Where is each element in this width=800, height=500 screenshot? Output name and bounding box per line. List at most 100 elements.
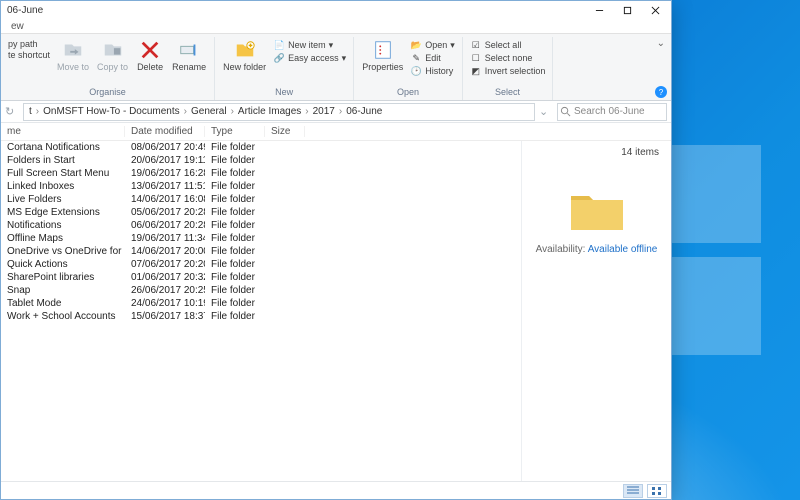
- rename-button[interactable]: Rename: [170, 39, 208, 72]
- copy-path: py path: [7, 39, 51, 49]
- refresh-icon[interactable]: ↻: [5, 105, 19, 118]
- search-icon: [560, 106, 571, 120]
- file-list[interactable]: Cortana Notifications08/06/2017 20:49Fil…: [1, 141, 521, 481]
- new-item-icon: 📄: [273, 39, 285, 51]
- group-open: Open: [397, 86, 419, 99]
- item-type: File folder: [205, 285, 265, 296]
- availability-value: Available offline: [588, 244, 658, 255]
- help-icon[interactable]: ?: [655, 86, 667, 98]
- table-row[interactable]: Linked Inboxes13/06/2017 11:51File folde…: [1, 180, 521, 193]
- breadcrumb[interactable]: t›OnMSFT How-To - Documents›General›Arti…: [23, 103, 535, 121]
- easy-access-icon: 🔗: [273, 52, 285, 64]
- table-row[interactable]: Offline Maps19/06/2017 11:34File folder: [1, 232, 521, 245]
- crumb[interactable]: 06-June: [345, 106, 383, 117]
- item-count: 14 items: [621, 147, 671, 158]
- table-row[interactable]: Quick Actions07/06/2017 20:20File folder: [1, 258, 521, 271]
- edit-item[interactable]: ✎Edit: [409, 52, 456, 64]
- item-type: File folder: [205, 168, 265, 179]
- item-type: File folder: [205, 155, 265, 166]
- chevron-right-icon: ›: [228, 106, 237, 117]
- invert-icon: ◩: [470, 65, 482, 77]
- invert-selection[interactable]: ◩Invert selection: [469, 65, 547, 77]
- item-type: File folder: [205, 142, 265, 153]
- item-date: 15/06/2017 18:37: [125, 311, 205, 322]
- table-row[interactable]: Work + School Accounts15/06/2017 18:37Fi…: [1, 310, 521, 323]
- folder-icon: [569, 188, 625, 234]
- edit-icon: ✎: [410, 52, 422, 64]
- chevron-right-icon: ›: [181, 106, 190, 117]
- item-date: 14/06/2017 20:00: [125, 246, 205, 257]
- item-date: 26/06/2017 20:25: [125, 285, 205, 296]
- group-new: New: [275, 86, 293, 99]
- item-type: File folder: [205, 207, 265, 218]
- chevron-right-icon: ›: [302, 106, 311, 117]
- crumb[interactable]: OnMSFT How-To - Documents: [42, 106, 181, 117]
- item-type: File folder: [205, 181, 265, 192]
- maximize-button[interactable]: [613, 2, 641, 18]
- table-row[interactable]: Live Folders14/06/2017 16:08File folder: [1, 193, 521, 206]
- col-size[interactable]: Size: [265, 126, 305, 137]
- item-name: Live Folders: [1, 194, 125, 205]
- search-input[interactable]: Search 06-June: [557, 103, 667, 121]
- table-row[interactable]: SharePoint libraries01/06/2017 20:32File…: [1, 271, 521, 284]
- explorer-window: 06-June ew ⌄ ? py path te shortcut Move …: [0, 0, 672, 500]
- table-row[interactable]: Tablet Mode24/06/2017 10:19File folder: [1, 297, 521, 310]
- crumb[interactable]: 2017: [312, 106, 336, 117]
- properties-button[interactable]: Properties: [360, 39, 405, 72]
- item-type: File folder: [205, 233, 265, 244]
- item-type: File folder: [205, 220, 265, 231]
- table-row[interactable]: Full Screen Start Menu19/06/2017 16:28Fi…: [1, 167, 521, 180]
- new-item[interactable]: 📄New item ▾: [272, 39, 347, 51]
- item-name: Full Screen Start Menu: [1, 168, 125, 179]
- title-bar[interactable]: 06-June: [1, 1, 671, 19]
- dropdown-icon[interactable]: ⌄: [539, 105, 553, 118]
- item-date: 14/06/2017 16:08: [125, 194, 205, 205]
- new-folder-icon: [234, 39, 256, 61]
- item-type: File folder: [205, 259, 265, 270]
- item-name: Cortana Notifications: [1, 142, 125, 153]
- history-item[interactable]: 🕑History: [409, 65, 456, 77]
- crumb[interactable]: Article Images: [237, 106, 302, 117]
- column-headers[interactable]: me Date modified Type Size: [1, 123, 671, 141]
- table-row[interactable]: OneDrive vs OneDrive for Business14/06/2…: [1, 245, 521, 258]
- delete-icon: [139, 39, 161, 61]
- chevron-right-icon: ›: [336, 106, 345, 117]
- col-name[interactable]: me: [1, 126, 125, 137]
- new-folder-button[interactable]: New folder: [221, 39, 268, 72]
- item-type: File folder: [205, 194, 265, 205]
- copy-to-button[interactable]: Copy to: [95, 39, 130, 72]
- item-name: Offline Maps: [1, 233, 125, 244]
- table-row[interactable]: Notifications06/06/2017 20:28File folder: [1, 219, 521, 232]
- item-date: 24/06/2017 10:19: [125, 298, 205, 309]
- item-name: Notifications: [1, 220, 125, 231]
- open-item[interactable]: 📂Open ▾: [409, 39, 456, 51]
- table-row[interactable]: Snap26/06/2017 20:25File folder: [1, 284, 521, 297]
- ribbon-tab[interactable]: ew: [5, 20, 30, 33]
- close-button[interactable]: [641, 2, 669, 18]
- ribbon-collapse-icon[interactable]: ⌄: [657, 38, 665, 49]
- select-all-icon: ☑: [470, 39, 482, 51]
- crumb[interactable]: General: [190, 106, 228, 117]
- details-view-button[interactable]: [623, 484, 643, 498]
- item-name: Work + School Accounts: [1, 311, 125, 322]
- delete-button[interactable]: Delete: [134, 39, 166, 72]
- group-organise: Organise: [89, 86, 126, 99]
- availability-label: Availability:: [536, 244, 586, 255]
- paste-shortcut: te shortcut: [7, 50, 51, 60]
- move-to-icon: [62, 39, 84, 61]
- rename-icon: [178, 39, 200, 61]
- select-all[interactable]: ☑Select all: [469, 39, 547, 51]
- col-date[interactable]: Date modified: [125, 126, 205, 137]
- easy-access[interactable]: 🔗Easy access ▾: [272, 52, 347, 64]
- table-row[interactable]: Folders in Start20/06/2017 19:11File fol…: [1, 154, 521, 167]
- icons-view-button[interactable]: [647, 484, 667, 498]
- move-to-button[interactable]: Move to: [55, 39, 91, 72]
- table-row[interactable]: MS Edge Extensions05/06/2017 20:28File f…: [1, 206, 521, 219]
- table-row[interactable]: Cortana Notifications08/06/2017 20:49Fil…: [1, 141, 521, 154]
- item-name: SharePoint libraries: [1, 272, 125, 283]
- select-none[interactable]: ☐Select none: [469, 52, 547, 64]
- col-type[interactable]: Type: [205, 126, 265, 137]
- item-name: Quick Actions: [1, 259, 125, 270]
- minimize-button[interactable]: [585, 2, 613, 18]
- item-type: File folder: [205, 246, 265, 257]
